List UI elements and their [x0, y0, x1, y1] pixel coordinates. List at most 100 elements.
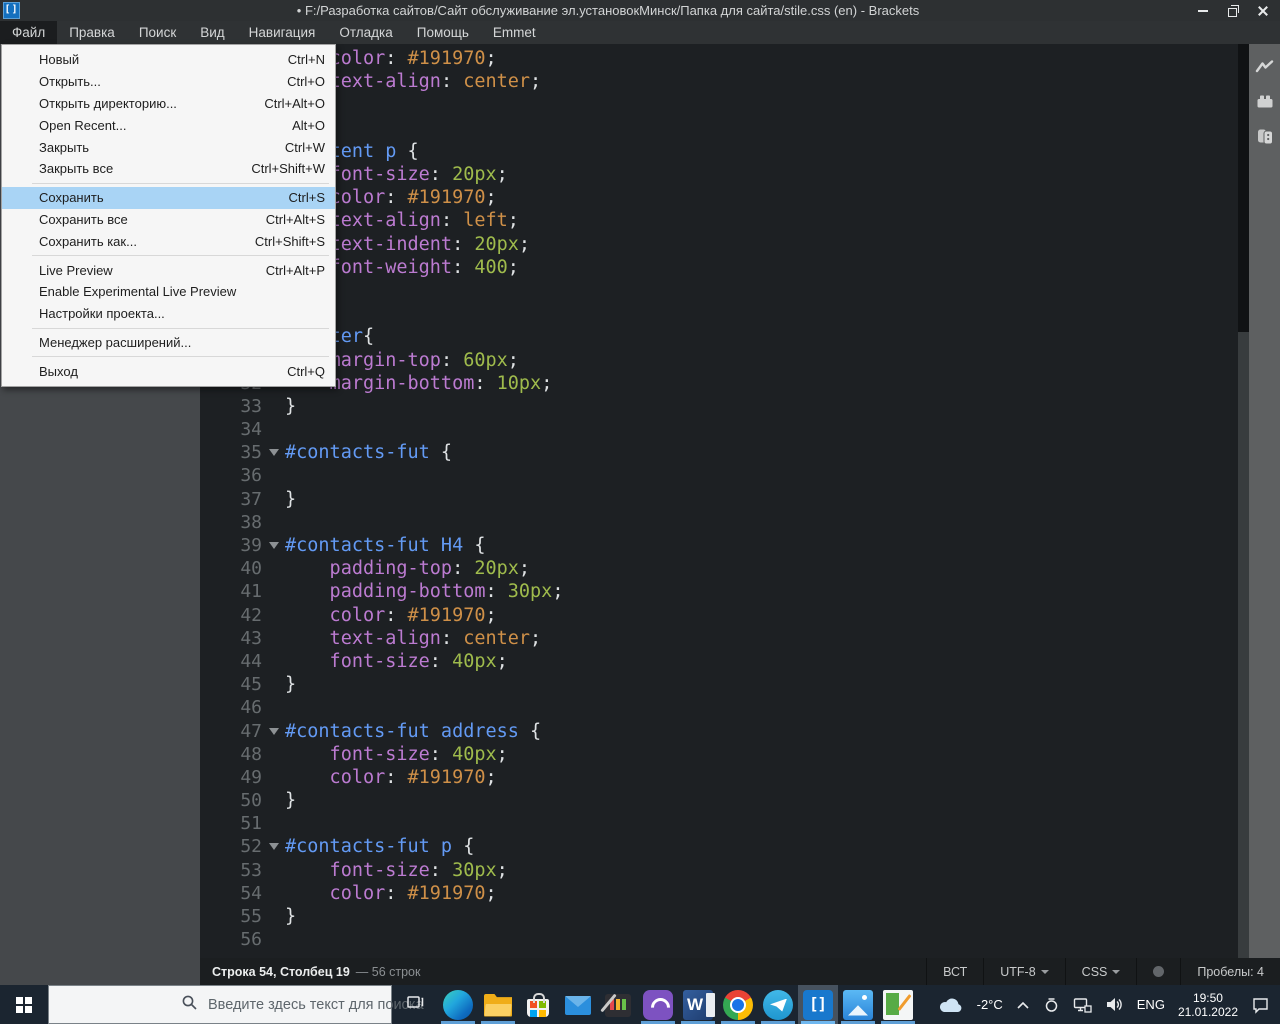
menubar-item-7[interactable]: Помощь	[405, 21, 481, 44]
restore-icon[interactable]	[1226, 4, 1240, 18]
close-icon[interactable]	[1256, 4, 1270, 18]
file-menu-item[interactable]: Новый Ctrl+N	[2, 49, 335, 71]
taskbar-app-photos[interactable]	[838, 985, 878, 1024]
overlapping-cards-icon[interactable]	[1255, 126, 1275, 146]
file-menu-item[interactable]: Сохранить как... Ctrl+Shift+S	[2, 230, 335, 252]
file-menu-item[interactable]: Enable Experimental Live Preview	[2, 281, 335, 303]
code-line: 24 color: #191970;	[200, 186, 1238, 209]
taskbar-app-edge[interactable]	[438, 985, 478, 1024]
taskbar-app-brackets[interactable]	[798, 985, 838, 1024]
encoding-selector[interactable]: UTF-8	[983, 958, 1064, 985]
taskbar-app-notepad[interactable]	[878, 985, 918, 1024]
mail-icon	[563, 990, 593, 1020]
indent-setting-label: Пробелы: 4	[1197, 964, 1264, 979]
green-notepad-icon	[883, 989, 913, 1020]
file-menu-item[interactable]: Open Recent... Alt+O	[2, 114, 335, 136]
file-menu-item[interactable]: Сохранить Ctrl+S	[2, 186, 335, 209]
clock-date: 21.01.2022	[1177, 1004, 1238, 1019]
code-editor[interactable]: 18 color: #191970;19 text-align: center;…	[200, 44, 1238, 958]
code-line: 19 text-align: center;	[200, 70, 1238, 93]
code-text: font-size: 40px;	[285, 650, 508, 672]
menubar-item-5[interactable]: Навигация	[237, 21, 328, 44]
file-menu-item[interactable]: Открыть директорию... Ctrl+Alt+O	[2, 93, 335, 115]
taskbar-app-mail[interactable]	[558, 985, 598, 1024]
line-number: 52	[240, 836, 262, 858]
code-text: color: #191970;	[285, 604, 497, 626]
line-number: 43	[240, 627, 262, 649]
file-menu-item[interactable]: Сохранить все Ctrl+Alt+S	[2, 209, 335, 231]
taskbar-app-word[interactable]	[678, 985, 718, 1024]
temperature-indicator[interactable]: -2°C	[977, 997, 1003, 1012]
file-menu-item[interactable]: Открыть... Ctrl+O	[2, 71, 335, 93]
search-input[interactable]: Введите здесь текст для поиска	[48, 985, 424, 1024]
action-center-icon[interactable]	[1251, 996, 1270, 1014]
scrollbar-thumb[interactable]	[1238, 44, 1249, 332]
code-line: 20}	[200, 93, 1238, 116]
menubar-item-3[interactable]: Поиск	[127, 21, 188, 44]
menubar-item-8[interactable]: Emmet	[481, 21, 548, 44]
language-mode-selector-label: CSS	[1081, 964, 1108, 979]
taskbar-app-telegram[interactable]	[758, 985, 798, 1024]
language-indicator[interactable]: ENG	[1137, 997, 1165, 1012]
fold-gutter	[262, 843, 285, 851]
file-menu-item[interactable]: Настройки проекта...	[2, 303, 335, 325]
fold-arrow-icon[interactable]	[268, 449, 279, 457]
code-line: 34	[200, 418, 1238, 441]
file-menu-dropdown: Новый Ctrl+N Открыть... Ctrl+O Открыть дирек…	[1, 44, 336, 388]
code-line: 52 #contacts-fut p {	[200, 835, 1238, 858]
file-menu-item[interactable]: Выход Ctrl+Q	[2, 360, 335, 382]
network-icon[interactable]	[1073, 997, 1092, 1013]
menu-item-label: Open Recent...	[39, 117, 127, 133]
weather-cloud-icon[interactable]	[938, 996, 964, 1014]
clock[interactable]: 19:50 21.01.2022	[1178, 991, 1238, 1019]
status-bar: Строка 54, Столбец 19 — 56 строк ВСТ UTF-…	[200, 958, 1280, 985]
chevron-up-icon[interactable]	[1016, 1000, 1030, 1010]
live-preview-icon[interactable]	[1255, 58, 1275, 78]
taskbar-app-gtool[interactable]	[598, 985, 638, 1024]
speaker-icon[interactable]	[1105, 996, 1124, 1013]
menubar-item-1[interactable]: Файл	[0, 21, 58, 44]
update-circle-icon[interactable]	[1043, 996, 1060, 1013]
menu-item-shortcut: Ctrl+Shift+S	[254, 233, 325, 249]
lint-status-indicator[interactable]	[1136, 958, 1180, 985]
editor-scrollbar[interactable]	[1238, 44, 1249, 958]
extension-manager-icon[interactable]	[1255, 92, 1275, 112]
telegram-icon	[763, 989, 793, 1020]
file-menu-item[interactable]: Live Preview Ctrl+Alt+P	[2, 259, 335, 281]
menu-item-shortcut: Alt+O	[292, 117, 325, 133]
code-text: }	[285, 488, 297, 510]
insert-mode-indicator[interactable]: ВСТ	[926, 958, 983, 985]
fold-arrow-icon[interactable]	[268, 727, 279, 735]
file-menu-item[interactable]: Менеджер расширений...	[2, 332, 335, 354]
taskbar-app-viber[interactable]	[638, 985, 678, 1024]
start-button[interactable]	[0, 985, 48, 1024]
menubar-item-4[interactable]: Вид	[188, 21, 236, 44]
viber-icon	[643, 989, 673, 1020]
menu-item-shortcut: Ctrl+W	[284, 139, 325, 155]
fold-arrow-icon[interactable]	[268, 542, 279, 550]
code-line: 50}	[200, 789, 1238, 812]
line-number: 54	[240, 882, 262, 904]
taskbar-app-chrome[interactable]	[718, 985, 758, 1024]
code-lines: 18 color: #191970;19 text-align: center;…	[200, 44, 1238, 951]
code-line: 41 padding-bottom: 30px;	[200, 580, 1238, 603]
language-mode-selector[interactable]: CSS	[1064, 958, 1137, 985]
menu-item-label: Выход	[39, 363, 78, 379]
line-number: 45	[240, 674, 262, 696]
task-view-button[interactable]	[392, 985, 438, 1024]
menubar-item-2[interactable]: Правка	[57, 21, 127, 44]
menubar-item-6[interactable]: Отладка	[327, 21, 404, 44]
file-menu-item[interactable]: Закрыть все Ctrl+Shift+W	[2, 158, 335, 180]
code-text: }	[285, 395, 297, 417]
minimize-icon[interactable]	[1196, 4, 1210, 18]
file-menu-item[interactable]: Закрыть Ctrl+W	[2, 136, 335, 158]
line-number: 40	[240, 558, 262, 580]
taskbar-app-explorer[interactable]	[478, 985, 518, 1024]
code-line: 43 text-align: center;	[200, 627, 1238, 650]
fold-arrow-icon[interactable]	[268, 843, 279, 851]
taskbar-app-store[interactable]	[518, 985, 558, 1024]
indent-setting[interactable]: Пробелы: 4	[1180, 958, 1280, 985]
menu-item-label: Закрыть все	[39, 161, 114, 177]
menu-item-label: Сохранить как...	[39, 233, 137, 249]
menu-item-label: Настройки проекта...	[39, 306, 165, 322]
